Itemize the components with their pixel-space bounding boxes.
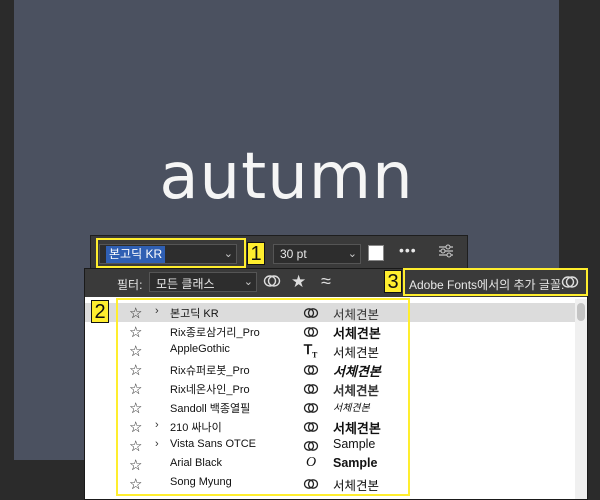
annotation-box-2 <box>116 298 410 496</box>
annotation-number-2: 2 <box>91 300 109 323</box>
more-options-icon[interactable]: ••• <box>399 242 417 258</box>
annotation-box-3 <box>403 268 588 296</box>
sliders-icon[interactable] <box>438 243 454 264</box>
font-size-select[interactable]: 30 pt ⌄ <box>273 244 361 264</box>
scrollbar-thumb[interactable] <box>577 303 585 321</box>
star-filter-icon[interactable]: ★ <box>291 272 306 292</box>
font-list-scrollbar[interactable] <box>575 299 587 499</box>
filter-label: 필터: <box>117 278 143 292</box>
annotation-number-1: 1 <box>247 242 265 265</box>
annotation-number-3: 3 <box>384 270 402 293</box>
chevron-down-icon[interactable]: ⌄ <box>348 247 357 260</box>
font-size-value[interactable]: 30 pt <box>280 247 307 261</box>
font-class-select[interactable]: 모든 클래스 ⌄ <box>149 272 257 292</box>
canvas-text[interactable]: autumn <box>14 140 559 214</box>
annotation-box-1 <box>96 238 246 268</box>
font-class-value[interactable]: 모든 클래스 <box>156 275 215 292</box>
text-color-swatch[interactable] <box>368 245 384 261</box>
similar-fonts-icon[interactable]: ≈ <box>321 271 331 292</box>
creative-cloud-filter-icon[interactable] <box>263 274 281 292</box>
chevron-down-icon[interactable]: ⌄ <box>244 275 253 288</box>
